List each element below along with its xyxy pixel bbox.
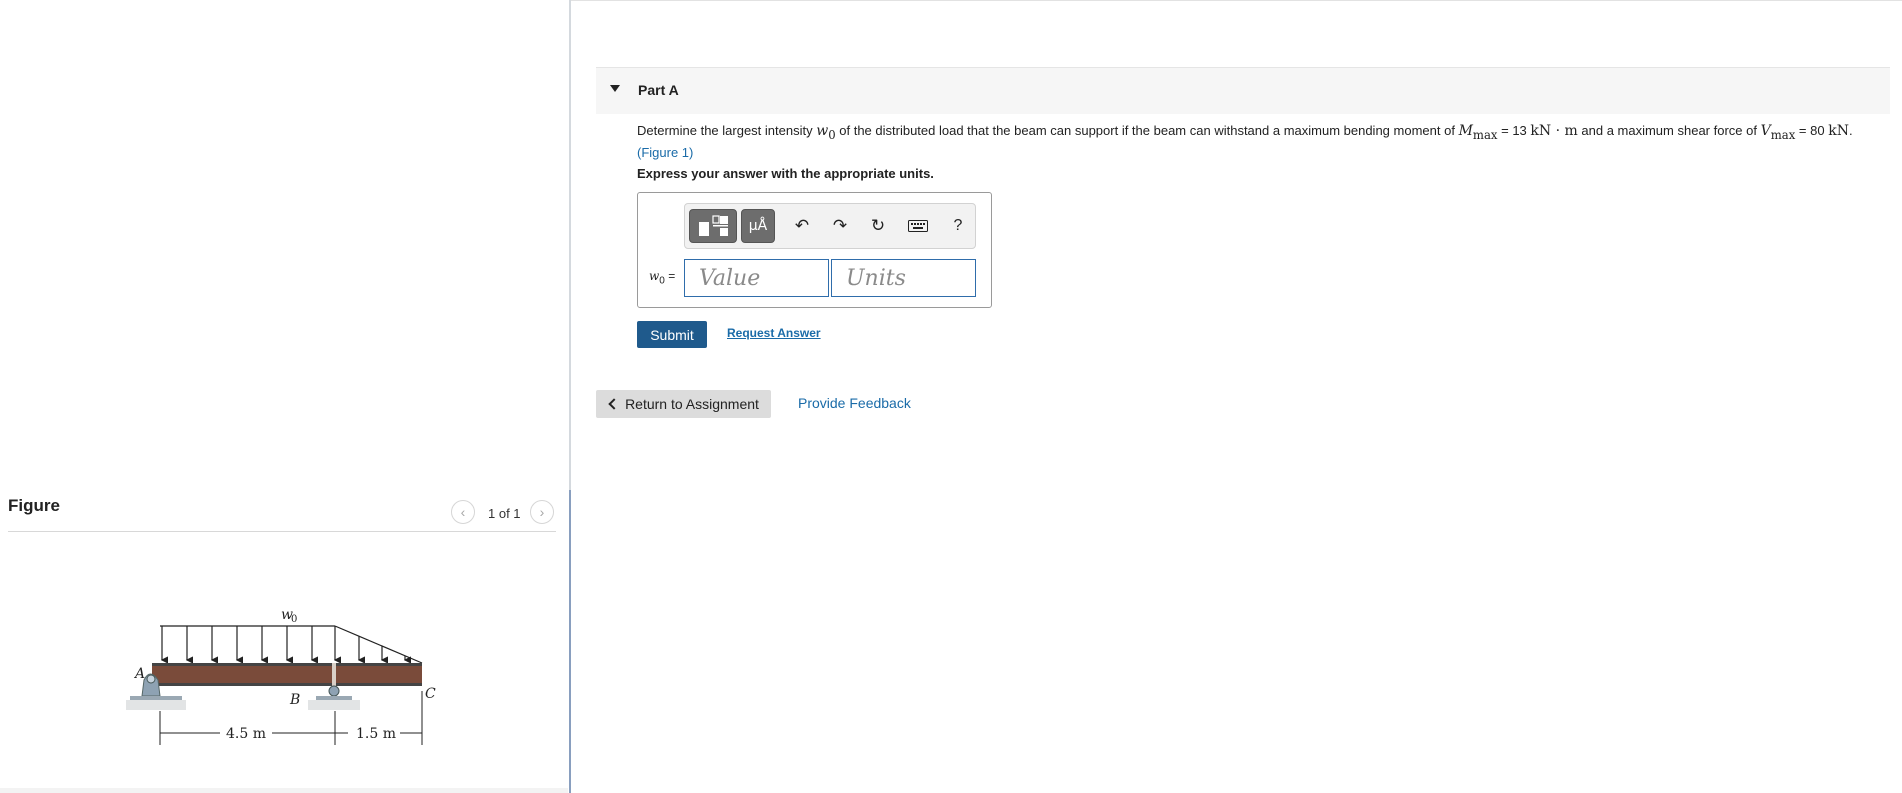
figure-divider xyxy=(8,531,556,532)
figure-title: Figure xyxy=(8,496,60,515)
figure-counter: 1 of 1 xyxy=(488,506,521,521)
part-title: Part A xyxy=(638,82,679,98)
keyboard-icon[interactable] xyxy=(907,215,929,237)
provide-feedback-link[interactable]: Provide Feedback xyxy=(798,395,911,411)
answer-variable-label: w0 = xyxy=(649,269,676,287)
chevron-left-icon xyxy=(608,398,620,410)
shear-symbol: Vmax xyxy=(1760,123,1796,142)
undo-icon[interactable]: ↶ xyxy=(791,215,813,237)
point-a-label: A xyxy=(133,666,145,682)
answer-box: μÅ ↶ ↷ ↻ ? w0 = xyxy=(637,192,992,308)
moment-symbol: Mmax xyxy=(1458,123,1498,142)
figure-next-button[interactable]: › xyxy=(530,500,554,524)
roller-support-b xyxy=(308,685,360,710)
return-to-assignment-button[interactable]: Return to Assignment xyxy=(596,390,771,418)
moment-unit: kN · m xyxy=(1530,123,1578,139)
shear-unit: kN xyxy=(1828,123,1849,139)
beam-diagram: w 0 A B C 4.5 m 1.5 m xyxy=(126,607,436,745)
pane-divider[interactable] xyxy=(569,0,571,793)
caret-down-icon xyxy=(610,85,620,92)
templates-button[interactable] xyxy=(689,209,737,243)
point-b-label: B xyxy=(289,692,300,708)
reset-icon[interactable]: ↻ xyxy=(867,215,889,237)
units-input[interactable] xyxy=(831,259,976,297)
span-ab-label: 4.5 m xyxy=(226,726,266,742)
figure-link[interactable]: (Figure 1) xyxy=(637,145,693,160)
distributed-load xyxy=(160,625,423,664)
value-input[interactable] xyxy=(684,259,829,297)
load-label-sub: 0 xyxy=(291,614,297,625)
chevron-right-icon: › xyxy=(539,504,545,520)
figure-bottom-strip xyxy=(0,788,568,793)
question-period: . xyxy=(1848,123,1853,138)
math-toolbar: μÅ ↶ ↷ ↻ ? xyxy=(684,203,976,249)
question-mid2: and a maximum shear force of xyxy=(1581,123,1757,138)
moment-value: = 13 xyxy=(1501,123,1527,138)
request-answer-link[interactable]: Request Answer xyxy=(727,326,821,340)
redo-icon[interactable]: ↷ xyxy=(829,215,851,237)
point-c-label: C xyxy=(425,686,436,702)
figure-prev-button[interactable]: ‹ xyxy=(451,500,475,524)
shear-value: = 80 xyxy=(1798,123,1825,138)
question-mid: of the distributed load that the beam ca… xyxy=(839,123,1455,138)
part-a-header[interactable]: Part A xyxy=(596,67,1890,114)
submit-button[interactable]: Submit xyxy=(637,321,707,348)
question-text: Determine the largest intensity w0 of th… xyxy=(637,122,1889,162)
span-bc-label: 1.5 m xyxy=(356,726,396,742)
keyboard-glyph xyxy=(908,220,928,232)
templates-icon xyxy=(699,215,728,236)
help-icon[interactable]: ? xyxy=(947,215,969,237)
return-label: Return to Assignment xyxy=(625,396,759,412)
units-button[interactable]: μÅ xyxy=(741,209,775,243)
load-variable: w0 xyxy=(816,123,836,142)
answer-instruction: Express your answer with the appropriate… xyxy=(637,166,934,181)
divider-accent xyxy=(569,490,571,793)
beam xyxy=(152,663,422,686)
question-lead: Determine the largest intensity xyxy=(637,123,813,138)
chevron-left-icon: ‹ xyxy=(460,504,466,520)
